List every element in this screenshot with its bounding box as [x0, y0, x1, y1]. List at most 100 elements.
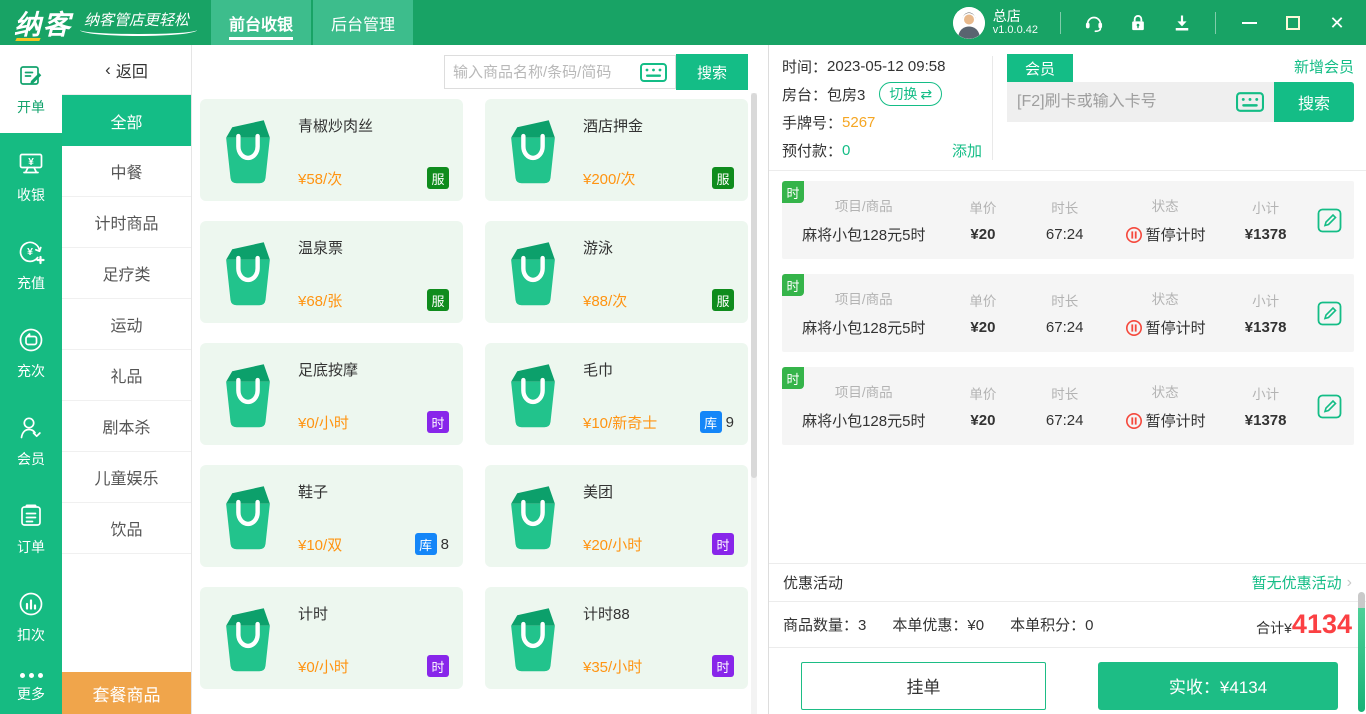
product-info: 计时 ¥0/小时 时 — [298, 587, 449, 689]
product-scrollbar[interactable] — [751, 93, 757, 714]
hold-order-button[interactable]: 挂单 — [801, 661, 1046, 710]
category-item[interactable]: 剧本杀 — [62, 401, 191, 452]
nav-item-open-order[interactable]: 开单 — [0, 45, 62, 133]
new-member-link[interactable]: 新增会员 — [1294, 56, 1354, 82]
edit-order-item-button[interactable] — [1310, 207, 1348, 234]
product-card[interactable]: 青椒炒肉丝 ¥58/次 服 — [200, 99, 463, 201]
product-search-button[interactable]: 搜索 — [676, 54, 748, 90]
minimize-button[interactable] — [1238, 12, 1260, 34]
product-card[interactable]: 足底按摩 ¥0/小时 时 — [200, 343, 463, 445]
total-value: 4134 — [1291, 609, 1352, 639]
category-item[interactable]: 足疗类 — [62, 248, 191, 299]
checkout-button[interactable]: 实收：¥4134 — [1098, 661, 1338, 710]
topbar-divider — [1060, 11, 1061, 34]
product-card[interactable]: 游泳 ¥88/次 服 — [485, 221, 748, 323]
nav-label: 更多 — [17, 685, 45, 702]
nav-item-recharge-times[interactable]: 充次 — [0, 309, 62, 397]
product-search-input[interactable] — [453, 63, 640, 81]
nav-item-more[interactable]: 更多 — [0, 662, 62, 714]
product-card[interactable]: 计时 ¥0/小时 时 — [200, 587, 463, 689]
product-card[interactable]: 鞋子 ¥10/双 库 8 — [200, 465, 463, 567]
lock-icon[interactable] — [1127, 12, 1149, 34]
topbar-divider — [1215, 11, 1216, 34]
chevron-right-icon: › — [1346, 573, 1352, 591]
category-item[interactable]: 礼品 — [62, 350, 191, 401]
product-price: ¥200/次 — [583, 170, 636, 188]
order-item-price: ¥20 — [970, 412, 996, 429]
order-item-row[interactable]: 时 项目/商品 麻将小包128元5时 单价 ¥20 时长 67:24 状态 暂停… — [782, 367, 1354, 445]
column-header-duration: 时长 — [1051, 294, 1079, 309]
order-item-row[interactable]: 时 项目/商品 麻将小包128元5时 单价 ¥20 时长 67:24 状态 暂停… — [782, 181, 1354, 259]
order-item-price: ¥20 — [970, 226, 996, 243]
add-prepay-link[interactable]: 添加 — [952, 140, 982, 161]
promo-link[interactable]: 暂无优惠活动 › — [1252, 572, 1352, 593]
download-icon[interactable] — [1171, 12, 1193, 34]
maximize-button[interactable] — [1282, 12, 1304, 34]
product-card[interactable]: 酒店押金 ¥200/次 服 — [485, 99, 748, 201]
customer-service-icon[interactable] — [1083, 12, 1105, 34]
category-item[interactable]: 饮品 — [62, 503, 191, 554]
nav-item-cashier[interactable]: ¥ 收银 — [0, 133, 62, 221]
category-item[interactable]: 中餐 — [62, 146, 191, 197]
product-card[interactable]: 美团 ¥20/小时 时 — [485, 465, 748, 567]
category-item[interactable]: 儿童娱乐 — [62, 452, 191, 503]
tab-front-cashier[interactable]: 前台收银 — [211, 0, 312, 45]
panel-scrollbar[interactable] — [1358, 592, 1365, 712]
panel-scrollbar-track[interactable] — [1358, 592, 1365, 608]
tab-back-manage[interactable]: 后台管理 — [313, 0, 414, 45]
timed-badge: 时 — [712, 533, 734, 555]
room-label: 房台： — [782, 86, 828, 104]
nav-item-deduct-times[interactable]: 扣次 — [0, 573, 62, 661]
product-name: 温泉票 — [298, 240, 344, 257]
card-line: 手牌号： 5267 — [782, 110, 982, 134]
product-name: 毛巾 — [583, 362, 614, 379]
product-info: 美团 ¥20/小时 时 — [583, 465, 734, 567]
close-button[interactable]: ✕ — [1326, 12, 1348, 34]
shopping-bag-icon — [497, 478, 569, 554]
product-name: 计时 — [298, 606, 329, 623]
nav-label: 收银 — [17, 186, 45, 203]
order-item-duration: 67:24 — [1045, 412, 1084, 429]
prepay-label: 预付款： — [782, 142, 843, 160]
column-header-subtotal: 小计 — [1252, 294, 1280, 309]
keyboard-icon[interactable] — [640, 62, 667, 82]
user-info[interactable]: 总店 v1.0.0.42 — [952, 6, 1038, 39]
category-item[interactable]: 计时商品 — [62, 197, 191, 248]
stock-badge: 库 — [414, 533, 437, 555]
order-item-row[interactable]: 时 项目/商品 麻将小包128元5时 单价 ¥20 时长 67:24 状态 暂停… — [782, 274, 1354, 352]
category-item[interactable]: 运动 — [62, 299, 191, 350]
card-number: 5267 — [842, 113, 876, 131]
nav-item-recharge[interactable]: ¥ 充值 — [0, 221, 62, 309]
topbar: 纳客 纳客管店更轻松 前台收银 后台管理 总店 v1.0.0.42 ✕ — [0, 0, 1366, 45]
nav-item-member[interactable]: 会员 — [0, 397, 62, 485]
member-card-input[interactable] — [1017, 93, 1236, 111]
member-tab[interactable]: 会员 — [1007, 54, 1073, 82]
service-badge: 服 — [712, 289, 734, 311]
product-card[interactable]: 计时88 ¥35/小时 时 — [485, 587, 748, 689]
product-name: 青椒炒肉丝 — [298, 118, 374, 135]
product-price: ¥0/小时 — [298, 414, 349, 432]
product-scrollbar-thumb[interactable] — [751, 93, 757, 479]
switch-room-button[interactable]: 切换 ⇄ — [879, 82, 943, 106]
timed-badge: 时 — [427, 655, 449, 677]
brand: 纳客 纳客管店更轻松 — [0, 0, 198, 45]
time-value: 2023-05-12 09:58 — [827, 57, 946, 75]
product-card[interactable]: 毛巾 ¥10/新奇士 库 9 — [485, 343, 748, 445]
total-label: 合计¥ — [1256, 620, 1292, 636]
keyboard-icon[interactable] — [1236, 92, 1264, 112]
brand-logo: 纳客 — [14, 3, 72, 42]
edit-order-item-button[interactable] — [1310, 300, 1348, 327]
category-item-all[interactable]: 全部 — [62, 95, 191, 146]
product-card[interactable]: 温泉票 ¥68/张 服 — [200, 221, 463, 323]
shopping-bag-icon — [212, 112, 284, 188]
nav-item-orders[interactable]: 订单 — [0, 485, 62, 573]
pause-icon — [1125, 319, 1142, 336]
side-nav: 开单 ¥ 收银 ¥ 充值 充次 会员 订单 扣次 更多 — [0, 45, 62, 714]
edit-order-item-button[interactable] — [1310, 393, 1348, 420]
panel-scrollbar-thumb[interactable] — [1358, 608, 1365, 712]
member-search-button[interactable]: 搜索 — [1274, 82, 1354, 122]
time-label: 时间： — [782, 58, 828, 76]
main-area: 开单 ¥ 收银 ¥ 充值 充次 会员 订单 扣次 更多 ‹ 返回 全部 中餐 计… — [0, 45, 1366, 714]
package-products-button[interactable]: 套餐商品 — [62, 672, 191, 714]
back-button[interactable]: ‹ 返回 — [62, 45, 191, 95]
